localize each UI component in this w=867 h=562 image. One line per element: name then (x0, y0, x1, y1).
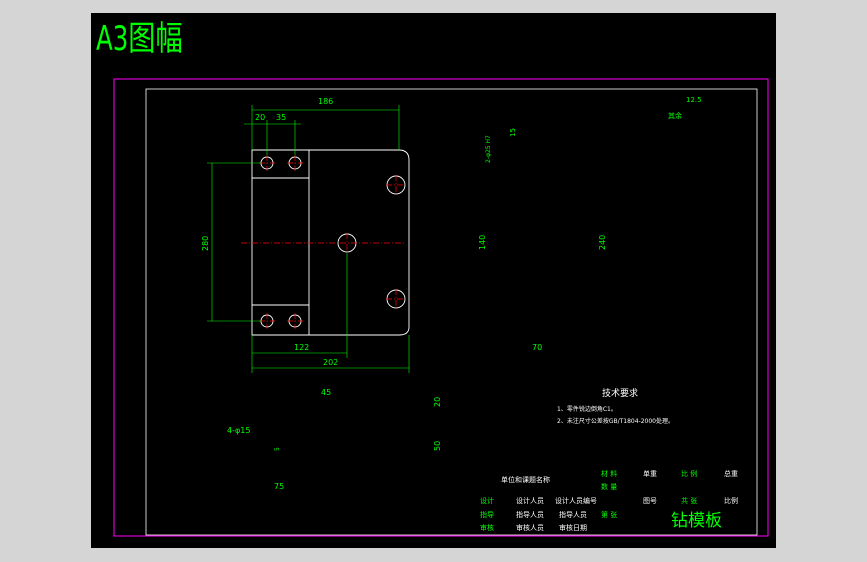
dim-70: 70 (532, 343, 543, 352)
tb-single: 单重 (643, 470, 657, 478)
tb-material-label: 材 料 (601, 470, 618, 478)
dim-240: 240 (598, 234, 607, 250)
dim-280: 280 (201, 235, 210, 251)
dim-hole: 4-φ15 (227, 426, 251, 435)
drawing-sheet: A3图幅 186 20 35 280 122 202 2-φ25 H7 15 1… (91, 13, 776, 548)
tb-role-1: 指导 (480, 511, 494, 519)
tb-name-0: 设计人员 (516, 497, 544, 505)
inner-border (145, 88, 758, 536)
tech-req-item-1: 1、零件锐边倒角C1。 (557, 406, 617, 413)
tb-drawing-no: 图号 (643, 497, 657, 505)
dim-50: 50 (433, 440, 442, 451)
top-view-centerlines (241, 155, 406, 329)
dim-122: 122 (294, 343, 310, 352)
dim-75: 75 (274, 482, 285, 491)
roughness-label: 其余 (668, 112, 682, 120)
part-name: 钻模板 (671, 511, 722, 531)
tb-sheet-label: 比例 (724, 497, 738, 505)
roughness-value: 12.5 (686, 96, 702, 104)
tech-req-item-2: 2、未注尺寸公差按GB/T1804-2000处理。 (557, 418, 674, 425)
top-view-dims (207, 105, 410, 373)
tb-role-0: 设计 (480, 497, 494, 505)
dim-140: 140 (478, 234, 487, 250)
dim-45: 45 (321, 388, 332, 397)
dim-fit: 2-φ25 H7 (485, 135, 492, 163)
tb-role-2: 审核 (480, 524, 494, 532)
dim-35: 35 (276, 113, 287, 122)
tb-qty-label: 数 量 (601, 483, 618, 491)
dim-20: 20 (255, 113, 266, 122)
dim-15: 15 (509, 128, 517, 137)
tb-extra-1: 指导人员 (559, 511, 587, 519)
dim-20-right: 20 (433, 396, 442, 407)
tb-name-2: 审核人员 (516, 524, 544, 532)
tech-req-title: 技术要求 (602, 389, 639, 399)
tb-scale-label: 比 例 (681, 470, 698, 478)
dim-202: 202 (323, 358, 339, 367)
tb-total: 总重 (724, 470, 738, 478)
tb-extra-2: 审核日期 (559, 524, 587, 532)
tb-weight-label: 共 张 (681, 497, 698, 505)
dim-5: 5 (274, 447, 281, 451)
dim-186: 186 (318, 97, 334, 106)
tb-unit-name: 单位和课题名称 (501, 476, 550, 484)
tb-name-1: 指导人员 (516, 511, 544, 519)
top-view (251, 149, 410, 336)
tb-sheet-no: 第 张 (601, 511, 618, 519)
cad-drawing (113, 78, 769, 537)
tb-extra-0: 设计人员编号 (555, 497, 597, 505)
